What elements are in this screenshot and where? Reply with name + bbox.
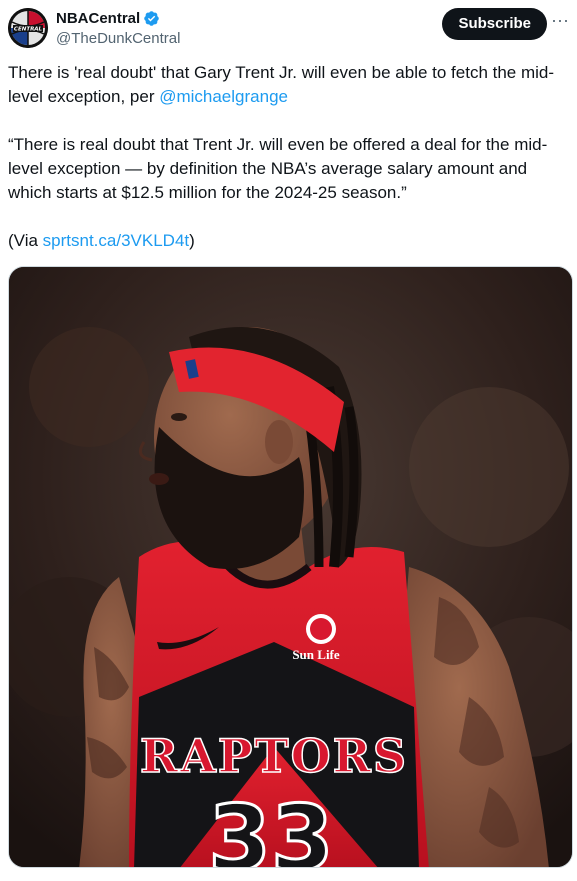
tweet-text: There is 'real doubt' that Gary Trent Jr… — [8, 61, 569, 277]
tweet-quote: “There is real doubt that Trent Jr. will… — [8, 135, 548, 202]
subscribe-button[interactable]: Subscribe — [442, 8, 547, 40]
tweet-photo[interactable]: Sun Life RAPTORS 33 — [8, 266, 573, 868]
basketball-logo-icon: CENTRAL — [8, 8, 48, 48]
mention-link[interactable]: @michaelgrange — [159, 87, 288, 106]
jersey-number: 33 — [208, 786, 333, 868]
verified-badge-icon — [144, 10, 159, 26]
tweet-paragraph-1: There is 'real doubt' that Gary Trent Jr… — [8, 61, 569, 109]
avatar-text: CENTRAL — [14, 27, 43, 33]
via-prefix: (Via — [8, 231, 43, 250]
author-handle[interactable]: @TheDunkCentral — [56, 30, 180, 47]
display-name[interactable]: NBACentral — [56, 10, 140, 27]
avatar[interactable]: CENTRAL — [8, 8, 48, 48]
more-options-icon[interactable]: ··· — [551, 11, 569, 33]
tweet-header: CENTRAL NBACentral @TheDunkCentral Subsc… — [8, 6, 569, 50]
tweet-via: (Via sprtsnt.ca/3VKLD4t) — [8, 229, 569, 253]
via-suffix: ) — [189, 231, 195, 250]
via-link[interactable]: sprtsnt.ca/3VKLD4t — [43, 231, 189, 250]
player-photo: Sun Life RAPTORS 33 — [9, 267, 572, 868]
sponsor-text: Sun Life — [292, 647, 340, 662]
jersey-team-text: RAPTORS — [140, 729, 408, 783]
author-names: NBACentral @TheDunkCentral — [56, 8, 180, 48]
